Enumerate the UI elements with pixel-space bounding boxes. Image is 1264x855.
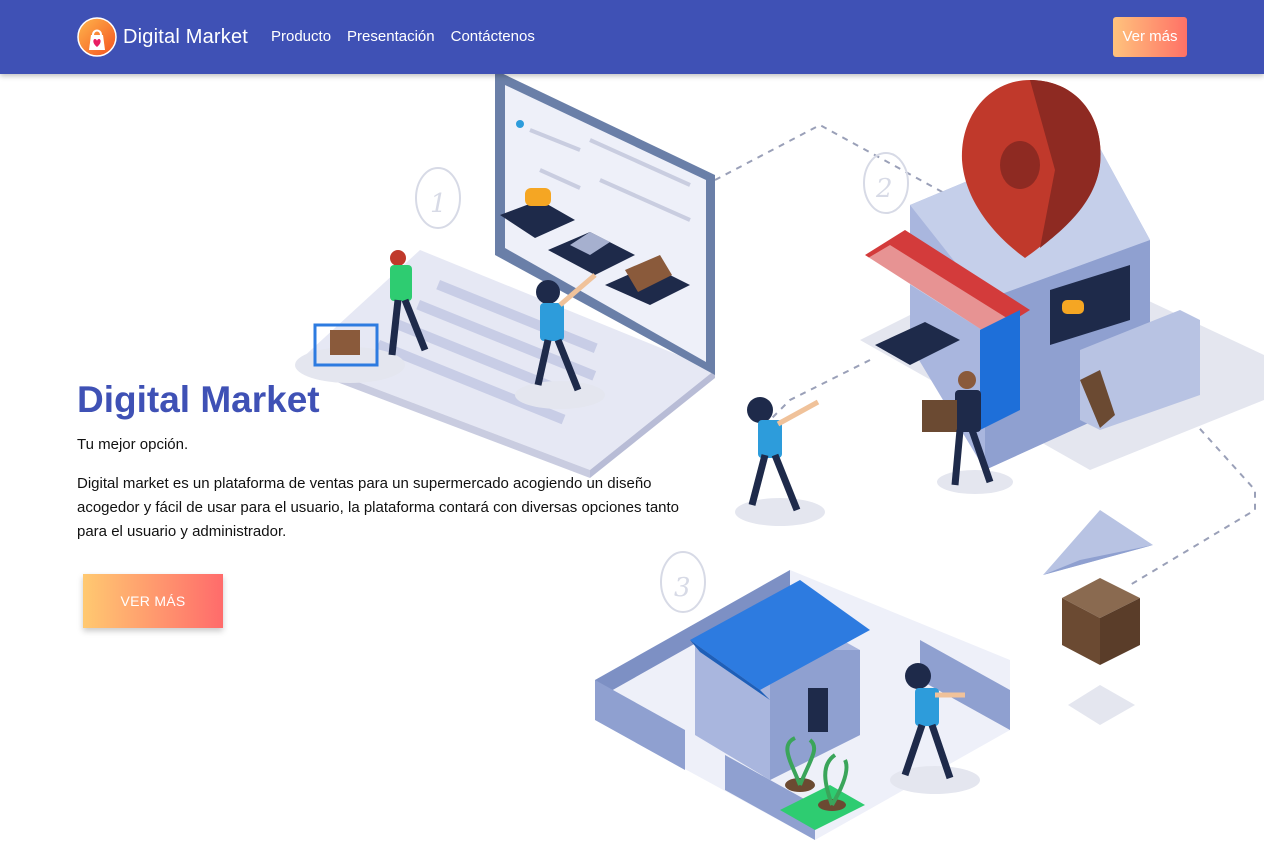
store-illustration [860,80,1264,470]
svg-text:1: 1 [430,189,447,219]
brand-link[interactable]: Digital Market [77,17,248,57]
hero-subtitle: Tu mejor opción. [77,436,189,453]
house-illustration [595,570,1010,840]
woman-pointing-illustration [735,397,825,526]
delivery-path-2 [759,359,871,431]
nav-menu: Producto Presentación Contáctenos [271,28,551,45]
svg-text:3: 3 [674,573,691,603]
hero-title: Digital Market [77,379,320,420]
shopping-bag-logo-icon [77,17,117,57]
hero-description: Digital market es un plataforma de venta… [77,475,680,540]
hero-section: Digital Market Tu mejor opción. Digital … [77,378,717,544]
step-3-badge: 3 [660,551,706,613]
nav-link-contactenos[interactable]: Contáctenos [451,28,535,45]
nav-ver-mas-button[interactable]: Ver más [1113,17,1187,57]
nav-link-presentacion[interactable]: Presentación [347,28,435,45]
package-box-illustration [1062,578,1140,725]
top-navbar: Digital Market Producto Presentación Con… [0,0,1264,74]
nav-link-producto[interactable]: Producto [271,28,331,45]
hero-ver-mas-button[interactable]: VER MÁS [83,574,223,628]
paper-plane-icon [1043,510,1153,575]
svg-text:2: 2 [875,174,893,204]
brand-name: Digital Market [123,25,249,48]
step-1-badge: 1 [415,167,461,229]
